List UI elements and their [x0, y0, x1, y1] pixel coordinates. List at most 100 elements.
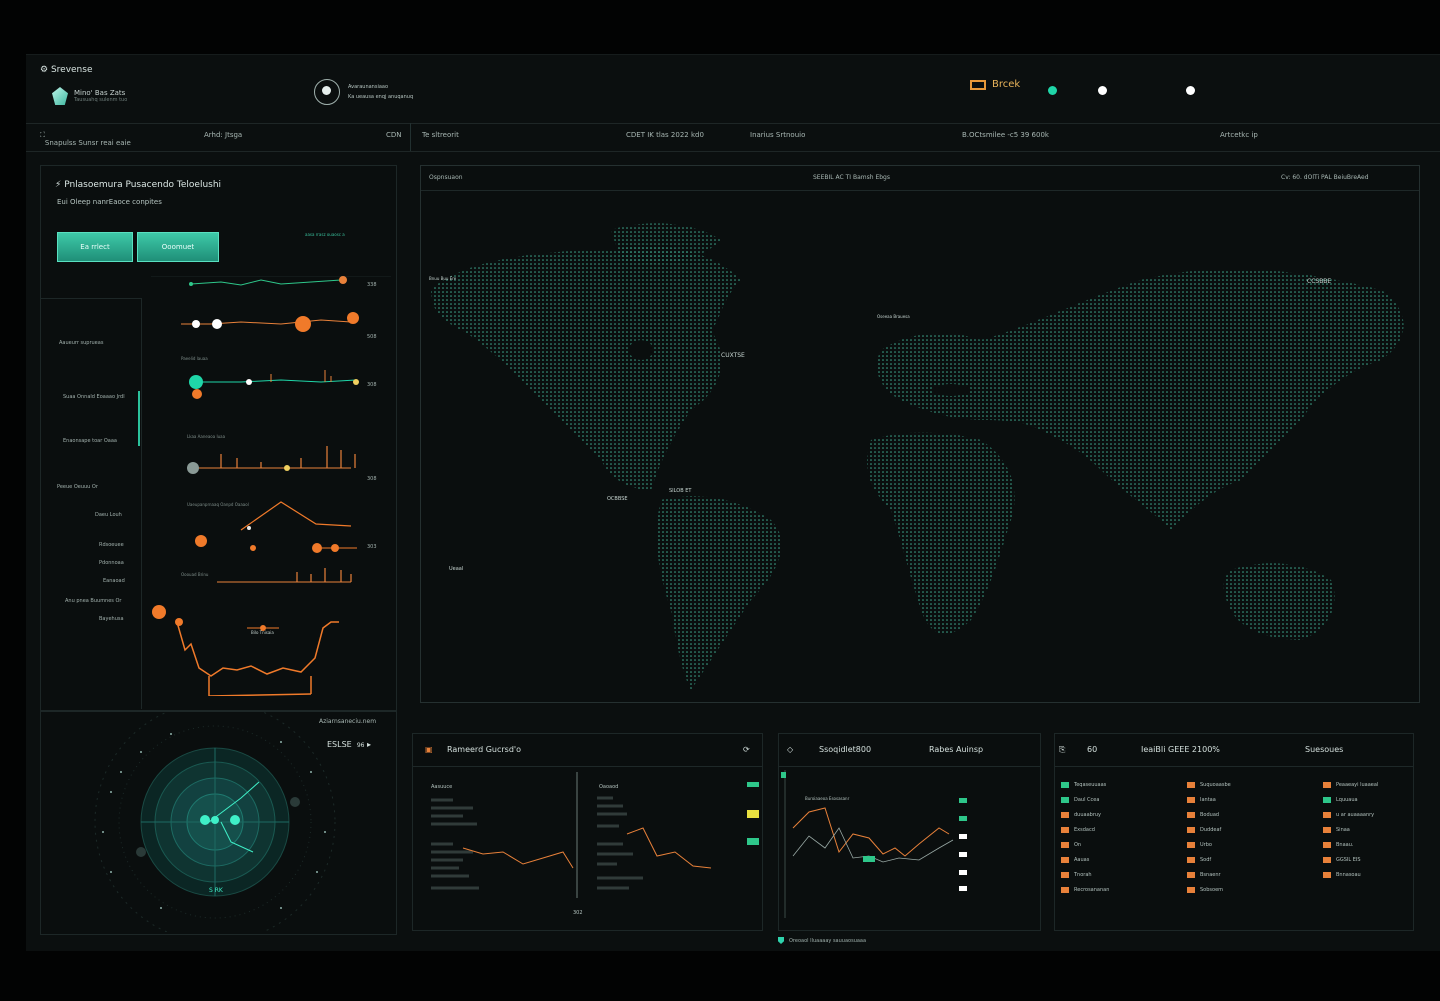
legend-swatch	[1323, 812, 1331, 818]
side-label[interactable]: Bayehusa	[99, 616, 124, 622]
status-dot-2	[1098, 86, 1107, 95]
world-map	[431, 223, 1404, 690]
map-label[interactable]: SILOB ET	[669, 488, 691, 494]
map-label[interactable]: CCSBBE	[1307, 278, 1331, 285]
status-dot-1	[1048, 86, 1057, 95]
side-label[interactable]: Pdonnoaa	[99, 560, 124, 566]
connect-button[interactable]: Ooomuet	[137, 232, 219, 262]
legend-item[interactable]: Urbo	[1187, 842, 1212, 848]
legend-item[interactable]: On	[1061, 842, 1081, 848]
side-label[interactable]: Suaa Onnald Eoaaao Jrdl	[63, 394, 125, 400]
panel-subtitle: IeaiBIi GEEE 2100%	[1141, 745, 1220, 754]
map-label[interactable]: Bnuu Buu Ere	[429, 276, 456, 281]
legend-item[interactable]: Sobsoem	[1187, 887, 1223, 893]
nav-item-5[interactable]: Artcetkc ip	[1220, 131, 1258, 139]
user-profile[interactable]: Avaraunansiaao Ka ueausa enqj anuqanuq	[314, 79, 413, 105]
legend-item[interactable]: Recrosananan	[1061, 887, 1109, 893]
legend-item[interactable]: Exsdacd	[1061, 827, 1095, 833]
legend-item[interactable]: Suquoaasbe	[1187, 782, 1231, 788]
footer-text: Oreoaol Iluaaaay sauuaosuaaa	[789, 937, 867, 944]
legend-swatch	[1323, 857, 1331, 863]
panel-title: ⚡ Pnlasoemura Pusacendo Teloelushi	[55, 180, 222, 190]
nav-left-meta: Arhd: Jtsga	[204, 131, 243, 139]
legend-item[interactable]: Iantaa	[1187, 797, 1216, 803]
export-icon[interactable]: ⎘	[1059, 745, 1065, 755]
gem-icon	[52, 87, 68, 105]
status-dot-3	[1186, 86, 1195, 95]
legend-item[interactable]: Boduad	[1187, 812, 1219, 818]
legend-item[interactable]: Aauas	[1061, 857, 1089, 863]
metric-point	[339, 276, 347, 284]
legend-item[interactable]: Peaaeayi luaaeal	[1323, 782, 1378, 788]
legend-item[interactable]: Sinaa	[1323, 827, 1350, 833]
legend-item[interactable]: Teqaseuuaas	[1061, 782, 1106, 788]
radar-panel: Aziarnsaneciu.nem ESLSE 96 ▸ S RK	[40, 711, 397, 935]
nav-left-title[interactable]: ⛶ Snapulss Sunsr reai eaie	[40, 131, 131, 147]
workspace-selector[interactable]: Mino' Bas Zats Tausuahq sulenm tuo	[52, 87, 127, 105]
legend-swatch	[1323, 827, 1331, 833]
legend-swatch	[1323, 842, 1331, 848]
panel-hint: aasa rrasz ouaosc a	[305, 232, 345, 237]
workspace-name: Mino' Bas Zats	[74, 89, 126, 97]
legend-swatch	[1323, 797, 1331, 803]
legend-item[interactable]: Lquuaua	[1323, 797, 1358, 803]
side-label[interactable]: Enaonsape toar Oaaa	[63, 438, 117, 444]
legend-item[interactable]: GGSIL EIS	[1323, 857, 1361, 863]
legend-label: GGSIL EIS	[1336, 857, 1361, 863]
legend-label: u ar auaaaanry	[1336, 812, 1375, 818]
south-america	[656, 496, 782, 690]
legend-swatch	[1187, 842, 1195, 848]
side-label[interactable]: Anu pnea Buumnes Or	[65, 598, 122, 604]
legend-swatch	[1187, 812, 1195, 818]
legend-label: Iantaa	[1200, 797, 1216, 803]
side-label[interactable]: Aaueurr suprueas	[59, 340, 103, 346]
legend-item[interactable]: Duddeaf	[1187, 827, 1221, 833]
nav-item-1[interactable]: Te sltreorit	[422, 131, 459, 139]
side-label[interactable]: Daeu Louh	[95, 512, 122, 518]
legend-item[interactable]: Daul Ccea	[1061, 797, 1099, 803]
legend-label: Urbo	[1200, 842, 1212, 848]
legend-item[interactable]: Bsnaenr	[1187, 872, 1221, 878]
nav-item-4[interactable]: B.OCtsmilee -c5 39 600k	[962, 131, 1049, 139]
telemetry-charts: 338 508 308 308 303 Paeelid lauaa Lkaa A…	[151, 276, 391, 696]
legend-swatch	[1061, 887, 1069, 893]
map-label[interactable]: OCBBSE	[607, 496, 628, 502]
panel-header: ▣ Rameerd Gucrsd'o ⟳	[413, 734, 762, 767]
legend-label: Teqaseuuaas	[1074, 782, 1107, 788]
chart-note: Lkaa Aaneaoa Iuaa	[187, 434, 226, 439]
legend-item[interactable]: Sodf	[1187, 857, 1211, 863]
settings-icon[interactable]: ⟳	[743, 745, 750, 754]
side-label[interactable]: Peeue Oeuuu Or	[57, 484, 98, 490]
nav-item-2[interactable]: CDET IK tlas 2022 kd0	[626, 131, 704, 139]
nav-divider	[410, 123, 411, 151]
map-label[interactable]: Ueaal	[449, 566, 463, 572]
map-label[interactable]: CUXTSE	[721, 352, 745, 359]
map-head-left: Ospnsuaon	[429, 174, 463, 181]
map-label[interactable]: Oseeaa Brauesa	[877, 314, 910, 319]
map-head-right[interactable]: Cv: 60. dOlTi PAL BeiuBreAed	[1281, 174, 1369, 181]
legend-label: Sodf	[1200, 857, 1212, 863]
diamond-icon: ◇	[787, 745, 794, 754]
legend-item[interactable]: Tnorah	[1061, 872, 1092, 878]
legend-label: Sobsoem	[1200, 887, 1224, 893]
selection-bar	[138, 391, 140, 446]
legend-swatch	[1061, 812, 1069, 818]
legend-label: Lquuaua	[1336, 797, 1358, 803]
legend-item[interactable]: Bnaau.	[1323, 842, 1354, 848]
nav-item-3[interactable]: Inarius Srtnouio	[750, 131, 805, 139]
legend-item[interactable]: u ar auaaaanry	[1323, 812, 1374, 818]
legend-label: Duddeaf	[1200, 827, 1222, 833]
legend-swatch	[1187, 827, 1195, 833]
side-label[interactable]: Rdsoeuee	[99, 542, 124, 548]
status-icon	[970, 79, 986, 90]
select-button[interactable]: Ea rrlect	[57, 232, 133, 262]
legend-swatch	[1061, 842, 1069, 848]
status-indicator[interactable]: Brcek	[970, 79, 1020, 90]
received-chart	[431, 772, 759, 898]
world-map-panel[interactable]: Ospnsuaon SEEBIL AC TI Bamsh Ebgs Cv: 60…	[420, 165, 1420, 703]
legend-item[interactable]: Bnnasoau	[1323, 872, 1361, 878]
nav-bar: ⛶ Snapulss Sunsr reai eaie Arhd: Jtsga C…	[26, 123, 1440, 152]
side-label[interactable]: Eanaoad	[103, 578, 125, 584]
legend-item[interactable]: duuaabruy	[1061, 812, 1101, 818]
legend-label: On	[1074, 842, 1082, 848]
